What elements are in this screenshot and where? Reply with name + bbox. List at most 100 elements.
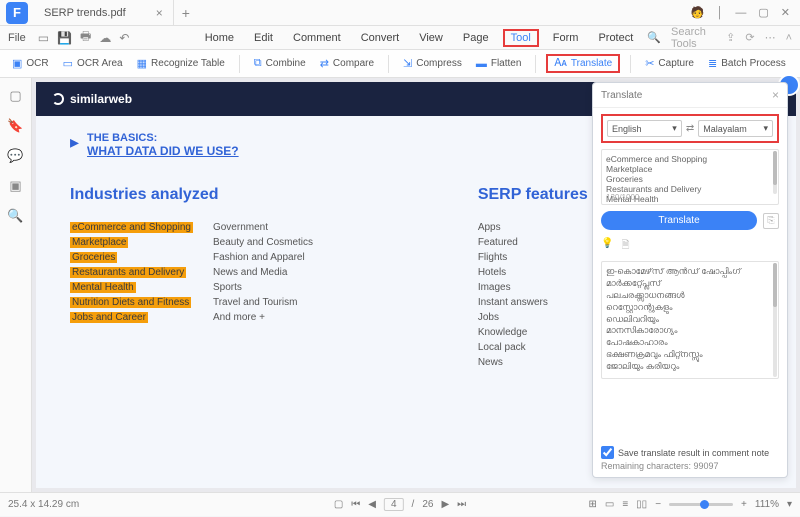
translate-panel-title: Translate (601, 90, 642, 101)
menu-file[interactable]: File (8, 32, 26, 44)
save-icon[interactable]: 💾 (57, 31, 72, 45)
lang-to-select[interactable]: Malayalam ▾ (698, 120, 773, 137)
menu-protect[interactable]: Protect (592, 30, 639, 46)
output-text-box[interactable]: ഇ-കൊമേഴ്‌സ് ആൻഡ് ഷോപ്പിംഗ് മാർക്കറ്റ്പ്ല… (601, 261, 779, 379)
zoom-slider[interactable] (669, 503, 733, 506)
tool-ocr[interactable]: ▣OCR (8, 55, 53, 72)
thumbnails-icon[interactable]: ▢ (9, 88, 21, 104)
ocr-area-icon: ▭ (63, 57, 73, 70)
source-text-box[interactable]: eCommerce and Shopping Marketplace Groce… (601, 149, 779, 205)
list-item: Beauty and Cosmetics (213, 237, 313, 248)
save-result-label: Save translate result in comment note (618, 448, 769, 458)
tool-capture[interactable]: ✂Capture (641, 55, 698, 72)
doc-icon[interactable]: 🗎 (621, 238, 629, 255)
tool-recognize-table[interactable]: ▦Recognize Table (133, 55, 229, 72)
tool-batch[interactable]: ≣Batch Process (704, 55, 790, 72)
maximize-icon[interactable]: ▢ (758, 6, 768, 19)
page-mode-icon[interactable]: ▢ (334, 499, 343, 510)
combine-icon: ⧉ (254, 57, 262, 70)
menu-home[interactable]: Home (199, 30, 240, 46)
tool-ocr-area[interactable]: ▭OCR Area (59, 55, 127, 72)
window-controls: 🧑 │ — ▢ ✕ (681, 6, 800, 19)
list-item: Mental Health (70, 282, 136, 293)
save-result-checkbox[interactable] (601, 446, 614, 459)
print-icon[interactable]: 🖶 (80, 27, 91, 48)
comments-icon[interactable]: 💬 (7, 148, 23, 164)
divider: │ (717, 7, 724, 19)
menu-form[interactable]: Form (547, 30, 585, 46)
menu-comment[interactable]: Comment (287, 30, 347, 46)
translate-button[interactable]: Translate (601, 211, 757, 230)
next-page-icon[interactable]: ▶ (441, 499, 449, 510)
list-item: Groceries (70, 252, 117, 263)
view-double-icon[interactable]: ▯▯ (636, 499, 647, 510)
minimize-icon[interactable]: — (735, 7, 746, 19)
search-icon[interactable]: 🔍 (647, 31, 661, 44)
tab-title: SERP trends.pdf (44, 7, 126, 19)
chevron-down-icon: ▾ (763, 123, 768, 134)
document-tab[interactable]: SERP trends.pdf × (34, 0, 174, 25)
menu-view[interactable]: View (413, 30, 449, 46)
copy-button[interactable]: ⎘ (763, 213, 779, 229)
list-item: Government (213, 222, 313, 233)
cloud-icon[interactable]: ☁ (99, 31, 111, 45)
more-icon[interactable]: ⋯ (765, 31, 776, 44)
undo-icon[interactable]: ↶ (119, 31, 129, 45)
close-window-icon[interactable]: ✕ (781, 6, 790, 19)
tool-compare[interactable]: ⇄Compare (316, 55, 378, 72)
last-page-icon[interactable]: ⏭ (457, 499, 466, 510)
new-tab-button[interactable]: + (174, 5, 198, 21)
page-current-input[interactable]: 4 (384, 498, 404, 511)
table-icon: ▦ (137, 57, 147, 70)
list-item: Nutrition Diets and Fitness (70, 297, 191, 308)
search-panel-icon[interactable]: 🔍 (7, 208, 23, 224)
menu-edit[interactable]: Edit (248, 30, 279, 46)
collapse-icon[interactable]: ˄ (786, 32, 792, 44)
source-scrollbar[interactable] (773, 151, 777, 194)
fit-icon[interactable]: ⊞ (588, 499, 596, 510)
open-icon[interactable]: ▭ (38, 31, 49, 45)
source-line: eCommerce and Shopping (606, 154, 774, 164)
output-text: ഇ-കൊമേഴ്‌സ് ആൻഡ് ഷോപ്പിംഗ് മാർക്കറ്റ്പ്ല… (606, 266, 774, 373)
chevron-down-icon[interactable]: ▾ (787, 499, 792, 510)
toolbar: ▣OCR ▭OCR Area ▦Recognize Table ⧉Combine… (0, 50, 800, 78)
menu-page[interactable]: Page (457, 30, 495, 46)
output-scrollbar[interactable] (773, 263, 777, 377)
zoom-value: 111% (755, 499, 779, 510)
tool-combine[interactable]: ⧉Combine (250, 55, 310, 72)
close-tab-icon[interactable]: × (156, 6, 163, 20)
search-tools-label[interactable]: Search Tools (671, 26, 716, 50)
menu-convert[interactable]: Convert (355, 30, 406, 46)
char-counter: 130/1000 (606, 193, 639, 202)
similarweb-logo-icon (52, 93, 64, 105)
first-page-icon[interactable]: ⏮ (351, 499, 360, 510)
view-scroll-icon[interactable]: ≡ (622, 499, 628, 510)
close-panel-icon[interactable]: × (772, 88, 779, 102)
prev-page-icon[interactable]: ◀ (368, 499, 376, 510)
swap-languages-icon[interactable]: ⇄ (686, 123, 694, 134)
avatar-icon[interactable]: 🧑 (691, 6, 705, 19)
tool-flatten[interactable]: ▬Flatten (472, 56, 526, 72)
page-total: 26 (422, 499, 433, 510)
industries-highlighted-list: eCommerce and Shopping Marketplace Groce… (70, 222, 193, 323)
ocr-icon: ▣ (12, 57, 22, 70)
lang-from-select[interactable]: English ▾ (607, 120, 682, 137)
menu-tool[interactable]: Tool (503, 29, 539, 47)
view-single-icon[interactable]: ▭ (605, 499, 614, 510)
tool-compress[interactable]: ⇲Compress (399, 55, 466, 72)
zoom-in-icon[interactable]: + (741, 499, 747, 510)
refresh-icon[interactable]: ⟳ (745, 31, 754, 44)
bookmarks-icon[interactable]: 🔖 (7, 118, 23, 134)
menubar: File ▭ 💾 🖶 ☁ ↶ Home Edit Comment Convert… (0, 26, 800, 50)
share-icon[interactable]: ⇪ (726, 31, 735, 44)
language-selector-row: English ▾ ⇄ Malayalam ▾ (601, 114, 779, 143)
basics-question: WHAT DATA DID WE USE? (87, 144, 239, 158)
save-result-row: Save translate result in comment note (601, 446, 779, 459)
zoom-out-icon[interactable]: − (655, 499, 661, 510)
page-navigator: ▢ ⏮ ◀ 4 / 26 ▶ ⏭ (334, 498, 466, 511)
list-item: Jobs and Career (70, 312, 148, 323)
lightbulb-icon[interactable]: 💡 (601, 238, 613, 255)
tool-translate[interactable]: 🗛Translate (546, 54, 620, 73)
attachments-icon[interactable]: ▣ (9, 178, 21, 194)
col-industries: Industries analyzed eCommerce and Shoppi… (70, 186, 468, 368)
